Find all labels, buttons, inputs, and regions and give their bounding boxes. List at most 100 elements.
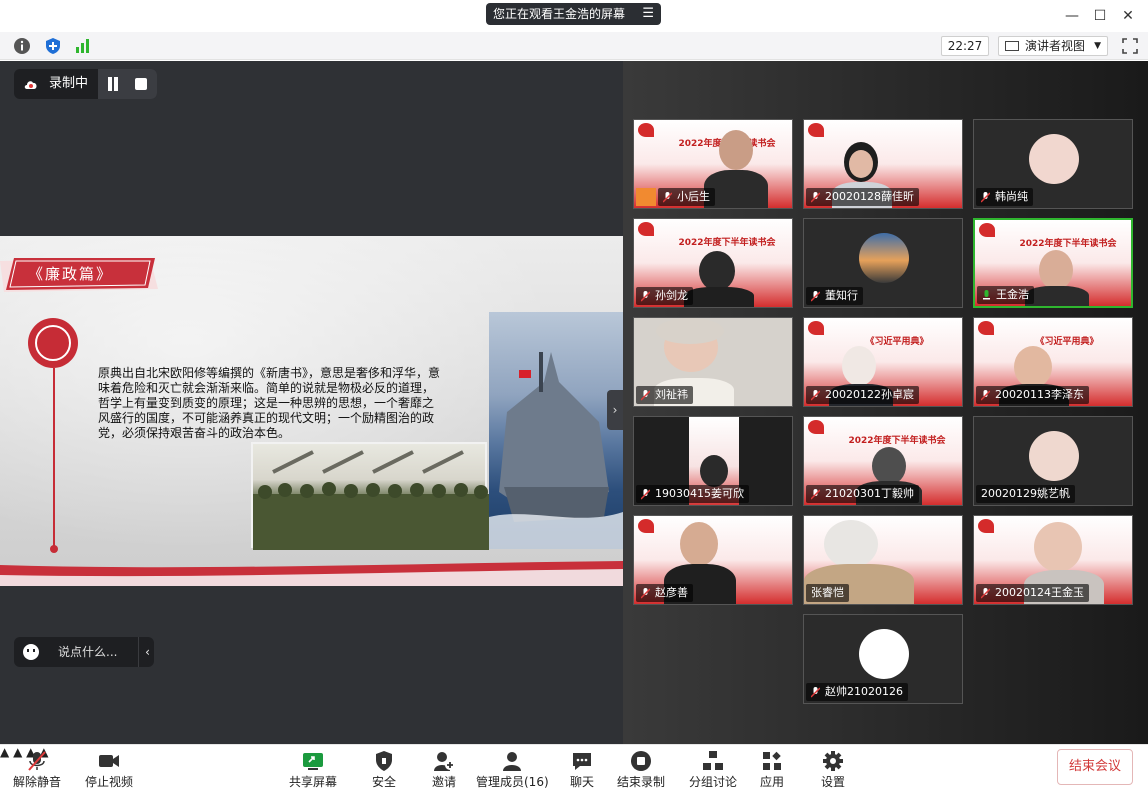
- participant-tile[interactable]: 20020124王金玉: [973, 515, 1133, 605]
- share-screen-icon: [303, 753, 323, 770]
- tile-banner: 2022年度下半年读书会: [848, 436, 946, 446]
- warship-illustration: [489, 352, 623, 549]
- microphone-muted-icon: [28, 751, 46, 771]
- decorative-line: [53, 368, 55, 548]
- slide-footer-band: [0, 561, 623, 586]
- close-icon[interactable]: ✕: [1118, 6, 1138, 26]
- participant-name-tag: 赵帅21020126: [806, 683, 908, 701]
- chevron-right-icon: ›: [612, 403, 618, 417]
- participant-tile[interactable]: 2022年度下半年读书会 21020301丁毅帅: [803, 416, 963, 506]
- chat-icon: [573, 753, 591, 770]
- recording-label: 录制中: [49, 76, 89, 91]
- participant-name-tag: 21020301丁毅帅: [806, 485, 919, 503]
- participant-name: 20020113李泽东: [995, 388, 1084, 401]
- recording-controls: [98, 69, 157, 99]
- participant-name: 张睿恺: [811, 586, 844, 599]
- participant-name: 刘祉祎: [655, 388, 688, 401]
- signal-icon[interactable]: [74, 37, 92, 55]
- shield-icon: [376, 751, 392, 771]
- participant-name: 赵彦善: [655, 586, 688, 599]
- participant-avatar: [859, 629, 909, 679]
- fullscreen-icon[interactable]: [1122, 38, 1138, 54]
- slide-body-text: 原典出自北宋欧阳修等编撰的《新唐书》，意思是奢侈和浮华，意味着危险和灭亡就会渐渐…: [98, 366, 441, 440]
- stop-video-button[interactable]: 停止视频: [80, 745, 138, 792]
- participant-tile[interactable]: 赵彦善: [633, 515, 793, 605]
- participant-tile[interactable]: 19030415姜可欣: [633, 416, 793, 506]
- participant-name-tag: 20020128薛佳昕: [806, 188, 919, 206]
- invite-button[interactable]: 邀请: [420, 745, 468, 792]
- participant-name: 21020301丁毅帅: [825, 487, 914, 500]
- pause-recording-button[interactable]: [106, 77, 120, 91]
- minimize-icon[interactable]: —: [1062, 6, 1082, 26]
- shield-icon[interactable]: [44, 37, 62, 55]
- settings-button[interactable]: 设置: [809, 745, 857, 792]
- manage-participants-button[interactable]: 管理成员(16): [476, 745, 549, 792]
- participant-name-tag: 赵彦善: [636, 584, 693, 602]
- add-user-icon: [434, 752, 455, 771]
- participant-tile[interactable]: 董知行: [803, 218, 963, 308]
- participant-tile[interactable]: 20020128薛佳昕: [803, 119, 963, 209]
- participant-name: 20020124王金玉: [995, 586, 1084, 599]
- apps-button[interactable]: 应用: [748, 745, 796, 792]
- info-icon[interactable]: [13, 37, 31, 55]
- collapse-gallery-button[interactable]: ›: [607, 390, 623, 430]
- participant-avatar: [859, 233, 909, 283]
- share-banner-label: 您正在观看王金浩的屏幕: [493, 7, 626, 21]
- stop-recording-button[interactable]: [135, 78, 147, 90]
- view-select[interactable]: 演讲者视图 ▼: [998, 36, 1108, 56]
- share-screen-button[interactable]: 共享屏幕: [284, 745, 342, 792]
- meeting-toolbar: 22:27 演讲者视图 ▼: [0, 32, 1148, 60]
- tile-banner: 2022年度下半年读书会: [1019, 239, 1117, 249]
- security-button[interactable]: 安全: [360, 745, 408, 792]
- participant-name-tag: 20020129姚艺帆: [976, 485, 1075, 503]
- maximize-icon[interactable]: ☐: [1090, 6, 1110, 26]
- end-meeting-button[interactable]: 结束会议: [1057, 749, 1133, 785]
- end-recording-button[interactable]: 结束录制: [614, 745, 668, 792]
- decorative-dot: [50, 545, 58, 553]
- participant-tile-active-speaker[interactable]: 2022年度下半年读书会 王金浩: [973, 218, 1133, 308]
- gear-icon: [823, 751, 843, 771]
- participant-tile[interactable]: 《习近平用典》 20020113李泽东: [973, 317, 1133, 407]
- meeting-controls-bar: 解除静音 ▲ 停止视频 ▲ 共享屏幕 ▲ 安全 邀请 管理成员(16) 聊天 结…: [0, 744, 1148, 791]
- participant-tile[interactable]: 刘祉祎: [633, 317, 793, 407]
- participant-name-tag: 小后生: [658, 188, 715, 206]
- participant-name: 小后生: [677, 190, 710, 203]
- participant-avatar: [1029, 431, 1079, 481]
- participant-name-tag: 20020113李泽东: [976, 386, 1089, 404]
- chat-placeholder: 说点什么...: [58, 645, 118, 659]
- stop-record-icon: [631, 751, 651, 771]
- participant-name: 20020128薛佳昕: [825, 190, 914, 203]
- participant-tile[interactable]: 《习近平用典》 20020122孙卓宸: [803, 317, 963, 407]
- participant-name: 韩尚纯: [995, 190, 1028, 203]
- participant-name-tag: 张睿恺: [806, 584, 849, 602]
- host-icon: [636, 188, 656, 206]
- slide-title: 《廉政篇》: [28, 265, 114, 283]
- participant-tile[interactable]: 张睿恺: [803, 515, 963, 605]
- unmute-button[interactable]: 解除静音: [8, 745, 66, 792]
- participant-name-tag: 刘祉祎: [636, 386, 693, 404]
- chat-quick-input[interactable]: 说点什么... ‹: [14, 637, 154, 667]
- warship-image: [489, 312, 623, 549]
- participant-tile[interactable]: 2022年度下半年读书会 小后生: [633, 119, 793, 209]
- share-banner[interactable]: 您正在观看王金浩的屏幕 ☰: [486, 3, 661, 25]
- participant-name-tag: 孙剑龙: [636, 287, 693, 305]
- video-camera-icon: [99, 755, 119, 767]
- chevron-down-icon: ▼: [1094, 41, 1101, 51]
- participant-tile[interactable]: 2022年度下半年读书会 孙剑龙: [633, 218, 793, 308]
- chat-button[interactable]: 聊天: [558, 745, 606, 792]
- participant-name-tag: 王金浩: [977, 286, 1034, 304]
- participant-tile[interactable]: 韩尚纯: [973, 119, 1133, 209]
- apps-grid-icon: [763, 751, 781, 770]
- participant-tile[interactable]: 20020129姚艺帆: [973, 416, 1133, 506]
- participant-name: 20020129姚艺帆: [981, 487, 1070, 500]
- breakout-rooms-button[interactable]: 分组讨论: [686, 745, 740, 792]
- chevron-left-icon[interactable]: ‹: [141, 637, 154, 667]
- menu-lines-icon[interactable]: ☰: [642, 3, 654, 25]
- emoji-icon[interactable]: [23, 644, 39, 660]
- dragon-seal-icon: [28, 318, 78, 368]
- participant-tile[interactable]: 赵帅21020126: [803, 614, 963, 704]
- title-bar: 您正在观看王金浩的屏幕 ☰ — ☐ ✕: [0, 0, 1148, 32]
- participant-name: 董知行: [825, 289, 858, 302]
- participant-name: 赵帅21020126: [825, 685, 903, 698]
- participant-name: 20020122孙卓宸: [825, 388, 914, 401]
